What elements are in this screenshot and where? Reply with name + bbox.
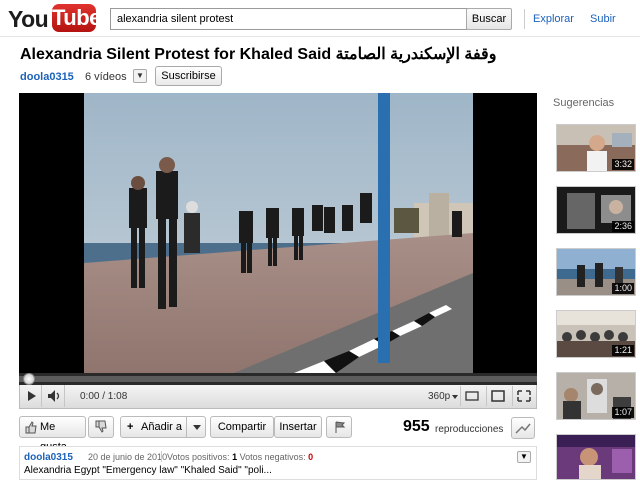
negative-votes-label: Votos negativos: <box>239 452 306 462</box>
share-button[interactable]: Compartir <box>210 416 274 438</box>
quality-selector[interactable]: 360p <box>428 391 450 402</box>
progress-bar[interactable] <box>19 373 537 385</box>
vote-summary: Votos positivos: 1 Votos negativos: 0 <box>167 452 313 462</box>
add-to-dropdown[interactable] <box>186 416 206 438</box>
channel-link[interactable]: doola0315 <box>20 71 74 83</box>
suggested-video-thumbnail[interactable]: 1:00 <box>556 248 636 296</box>
fullscreen-icon[interactable] <box>512 386 534 406</box>
video-duration: 2:36 <box>612 221 634 232</box>
chevron-down-icon[interactable]: ▼ <box>133 69 147 83</box>
positive-votes: 1 <box>232 452 238 462</box>
video-duration: 1:00 <box>612 283 634 294</box>
search-button[interactable]: Buscar <box>466 8 512 30</box>
suggested-video-thumbnail[interactable]: 2:36 <box>556 186 636 234</box>
video-duration: 3:32 <box>612 159 634 170</box>
volume-icon[interactable] <box>43 385 65 407</box>
add-to-label: Añadir a <box>141 421 182 433</box>
like-button[interactable]: Me gusta <box>19 416 86 453</box>
description-divider <box>161 451 162 462</box>
upload-link[interactable]: Subir <box>590 13 616 25</box>
video-duration: 1:21 <box>612 345 634 356</box>
video-count: 6 vídeos <box>85 71 127 83</box>
description-text: Alexandria Egypt "Emergency law" "Khaled… <box>24 465 272 476</box>
plus-icon: + <box>127 421 134 433</box>
video-title: Alexandria Silent Protest for Khaled Sai… <box>20 46 497 63</box>
positive-votes-label: Votos positivos: <box>167 452 230 462</box>
dislike-button[interactable] <box>88 416 114 438</box>
time-display: 0:00 / 1:08 <box>80 391 128 402</box>
video-player[interactable] <box>19 93 537 386</box>
logo-tube-text: Tube <box>52 4 101 32</box>
stats-button[interactable] <box>511 417 535 439</box>
header-separator <box>0 36 640 37</box>
video-frame[interactable] <box>84 93 473 373</box>
search-input[interactable]: alexandria silent protest <box>110 8 467 30</box>
view-count-label: reproducciones <box>435 424 504 435</box>
header-divider <box>524 9 525 29</box>
player-controls: 0:00 / 1:08 360p <box>19 385 537 409</box>
suggested-video-thumbnail[interactable]: 3:32 <box>556 124 636 172</box>
suggested-video-thumbnail[interactable] <box>556 434 636 480</box>
subscribe-button[interactable]: Suscribirse <box>155 66 222 86</box>
flag-icon <box>335 421 346 433</box>
uploader-link[interactable]: doola0315 <box>24 452 73 463</box>
progress-track <box>19 376 537 382</box>
play-icon[interactable] <box>20 385 42 407</box>
quality-arrow-icon <box>452 395 458 399</box>
popout-icon[interactable] <box>460 386 482 406</box>
logo-you-text: You <box>8 6 49 32</box>
suggested-video-thumbnail[interactable]: 1:07 <box>556 372 636 420</box>
embed-button[interactable]: Insertar <box>274 416 322 438</box>
stats-icon <box>515 423 531 434</box>
negative-votes: 0 <box>308 452 314 462</box>
explore-link[interactable]: Explorar <box>533 13 574 25</box>
progress-scrubber[interactable] <box>23 373 35 385</box>
expand-icon[interactable] <box>486 386 508 406</box>
youtube-logo[interactable]: You Tube <box>8 4 101 34</box>
thumbs-up-icon <box>25 421 37 434</box>
chevron-down-icon[interactable]: ▼ <box>517 451 531 463</box>
chevron-down-icon <box>193 425 201 430</box>
thumbs-down-icon <box>95 420 107 433</box>
view-count: 955 <box>403 418 430 435</box>
suggested-video-thumbnail[interactable]: 1:21 <box>556 310 636 358</box>
upload-date: 20 de junio de 2010 <box>88 452 168 462</box>
video-duration: 1:07 <box>612 407 634 418</box>
suggestions-title: Sugerencias <box>553 97 615 109</box>
flag-button[interactable] <box>326 416 352 438</box>
